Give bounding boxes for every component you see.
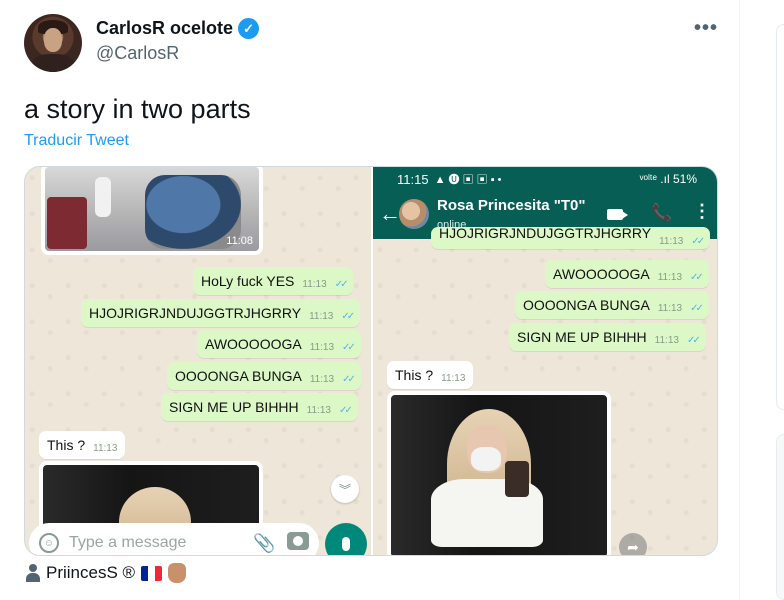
chat-menu-icon[interactable]: ⋮ — [693, 201, 711, 222]
message-text: HoLy fuck YES — [201, 273, 295, 289]
photo-shoe — [95, 177, 111, 217]
message-bubble-outgoing: AWOOOOOGA 11:13 ✓✓ — [545, 260, 709, 288]
chat-screenshot-right[interactable]: 11:15 ▲ 🅤 ▣ ▣ ▪ • ᵛᵒˡᵗᵉ .ıl 51% ← Rosa P… — [373, 167, 717, 555]
message-text: HJOJRIGRJNDUJGGTRJHGRRY — [89, 305, 302, 321]
message-bubble-outgoing: HJOJRIGRJNDUJGGTRJHGRRY 11:13 ✓✓ — [81, 299, 361, 327]
message-time: 11:13 — [302, 278, 327, 290]
person-icon — [26, 564, 40, 582]
message-time: 11:13 — [441, 372, 466, 384]
message-input-placeholder[interactable]: Type a message — [69, 534, 186, 552]
avatar-body — [32, 54, 74, 72]
message-time: 11:13 — [309, 310, 334, 322]
read-ticks-icon: ✓✓ — [338, 404, 353, 416]
camera-icon[interactable] — [287, 532, 309, 550]
message-input-bar[interactable]: ☺ Type a message 📎 — [29, 523, 319, 555]
voice-call-icon[interactable]: 📞 — [651, 203, 672, 223]
emoji-icon[interactable]: ☺ — [39, 533, 59, 553]
attach-icon[interactable]: 📎 — [253, 533, 275, 554]
message-text: This ? — [395, 367, 434, 383]
status-icons: ▲ 🅤 ▣ ▣ ▪ • — [434, 174, 502, 186]
battery-indicator: ᵛᵒˡᵗᵉ .ıl 51% — [639, 172, 697, 186]
vulcan-salute-icon — [168, 563, 187, 583]
author-name-row[interactable]: CarlosR ocelote ✓ — [96, 18, 260, 39]
message-time: 11:13 — [659, 235, 684, 247]
author-display-name[interactable]: CarlosR ocelote — [96, 18, 233, 39]
tweet-media[interactable]: 11:08 HoLy fuck YES 11:13 ✓✓ HJOJRIGRJND… — [24, 166, 718, 556]
message-bubble-outgoing: SIGN ME UP BIHHH 11:13 ✓✓ — [509, 323, 706, 351]
message-time: 11:13 — [654, 334, 679, 346]
message-text: SIGN ME UP BIHHH — [517, 329, 647, 345]
read-ticks-icon: ✓✓ — [341, 310, 355, 322]
message-bubble-outgoing: OOOONGA BUNGA 11:13 ✓✓ — [515, 291, 709, 319]
message-bubble-incoming: This ? 11:13 — [387, 361, 474, 389]
more-options-icon[interactable]: ••• — [694, 17, 718, 40]
contact-avatar[interactable] — [399, 199, 429, 229]
photo-girl-phone — [505, 461, 529, 497]
read-ticks-icon: ✓✓ — [690, 271, 704, 283]
read-ticks-icon: ✓✓ — [690, 302, 704, 314]
forward-icon[interactable]: ➦ — [619, 533, 647, 555]
reply-context[interactable]: PriincesS ® — [26, 563, 187, 583]
back-arrow-icon[interactable]: ← — [379, 201, 401, 227]
read-ticks-icon: ✓✓ — [334, 278, 349, 290]
france-flag-icon — [141, 565, 163, 581]
message-text: OOOONGA BUNGA — [175, 368, 302, 384]
right-sidebar — [776, 0, 784, 600]
message-time: 11:13 — [657, 302, 683, 314]
photo-girl-mask — [471, 447, 501, 471]
tweet-article: CarlosR ocelote ✓ @CarlosR ••• a story i… — [0, 0, 740, 600]
message-bubble-outgoing: HJOJRIGRJNDUJGGTRJHGRRY 11:13 ✓✓ — [431, 227, 711, 249]
verified-badge-icon: ✓ — [238, 18, 260, 39]
message-text: OOOONGA BUNGA — [523, 297, 650, 313]
translate-tweet-link[interactable]: Traducir Tweet — [24, 132, 129, 150]
photo-bag — [47, 197, 87, 249]
read-ticks-icon: ✓✓ — [686, 334, 701, 346]
message-text: HJOJRIGRJNDUJGGTRJHGRRY — [439, 227, 652, 241]
message-time: 11:13 — [309, 373, 335, 385]
read-ticks-icon: ✓✓ — [342, 341, 356, 353]
shared-photo-clothes: 11:08 — [41, 167, 263, 255]
author-avatar[interactable] — [24, 14, 82, 72]
message-bubble-outgoing: OOOONGA BUNGA 11:13 ✓✓ — [167, 362, 361, 390]
flag-stripe — [155, 565, 163, 581]
message-bubble-incoming: This ? 11:13 — [39, 431, 126, 459]
flag-stripe — [148, 565, 156, 581]
author-handle[interactable]: @CarlosR — [96, 43, 179, 64]
phone-status-bar: 11:15 ▲ 🅤 ▣ ▣ ▪ • ᵛᵒˡᵗᵉ .ıl 51% — [373, 167, 717, 191]
avatar-face — [44, 28, 62, 52]
sidebar-card — [776, 24, 784, 410]
message-time: 11:13 — [306, 404, 331, 416]
message-text: This ? — [47, 437, 86, 453]
message-text: AWOOOOOGA — [553, 266, 650, 282]
tweet-text: a story in two parts — [24, 94, 251, 124]
read-ticks-icon: ✓✓ — [342, 373, 356, 385]
reply-user-name[interactable]: PriincesS ® — [46, 563, 135, 583]
mic-icon — [342, 537, 350, 551]
read-ticks-icon: ✓✓ — [691, 235, 705, 247]
message-text: SIGN ME UP BIHHH — [169, 399, 299, 415]
message-bubble-outgoing: HoLy fuck YES 11:13 ✓✓ — [193, 267, 354, 295]
message-text: AWOOOOOGA — [205, 336, 302, 352]
message-bubble-outgoing: AWOOOOOGA 11:13 ✓✓ — [197, 330, 361, 358]
status-time: 11:15 — [397, 171, 429, 187]
scroll-down-icon[interactable]: ︾ — [331, 475, 359, 503]
message-time: 11:13 — [93, 442, 118, 454]
flag-stripe — [141, 565, 149, 581]
shared-photo-girl — [387, 391, 611, 555]
message-time: 11:13 — [309, 341, 335, 353]
message-time: 11:13 — [657, 271, 683, 283]
photo-timestamp: 11:08 — [226, 235, 253, 247]
chat-screenshot-left[interactable]: 11:08 HoLy fuck YES 11:13 ✓✓ HJOJRIGRJND… — [25, 167, 371, 555]
message-bubble-outgoing: SIGN ME UP BIHHH 11:13 ✓✓ — [161, 393, 358, 421]
contact-name[interactable]: Rosa Princesita "T0" — [437, 197, 585, 214]
sidebar-card — [776, 434, 784, 600]
video-call-icon[interactable] — [607, 209, 628, 220]
